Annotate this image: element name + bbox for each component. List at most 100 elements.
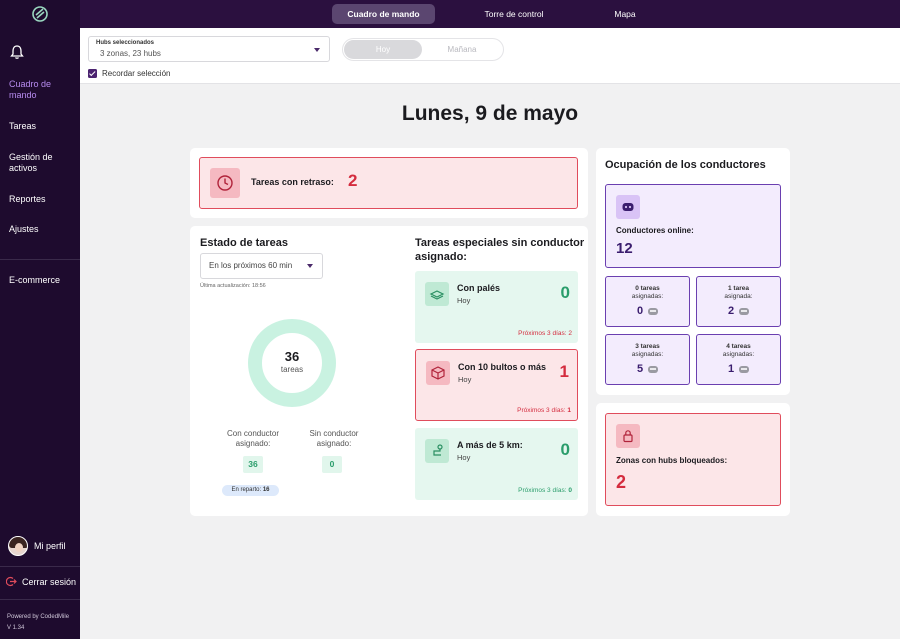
- with-driver-count[interactable]: 36: [243, 456, 263, 473]
- checkbox-checked-icon[interactable]: [88, 69, 97, 78]
- bucket-count-value: 5: [636, 363, 644, 375]
- special-task-footer-label: Próximos 3 días:: [518, 487, 567, 494]
- sidebar-divider: [0, 259, 80, 260]
- bucket-label: 0 tareas asignadas:: [606, 285, 689, 301]
- special-task-footer-label: Próximos 3 días:: [518, 330, 567, 337]
- special-task-sub: Hoy: [457, 296, 471, 305]
- logout-label: Cerrar sesión: [22, 576, 77, 587]
- in-delivery-badge: En reparto: 16: [222, 485, 279, 496]
- avatar: [8, 536, 28, 556]
- page-title: Lunes, 9 de mayo: [401, 102, 579, 125]
- tab-dashboard[interactable]: Cuadro de mando: [332, 4, 435, 24]
- chevron-down-icon: [314, 48, 320, 52]
- special-task-pallets[interactable]: Con palés Hoy 0 Próximos 3 días: 2: [415, 271, 578, 343]
- bucket-count-value: 0: [636, 305, 644, 317]
- special-task-title: A más de 5 km:: [457, 440, 523, 450]
- bucket-label-main: 3 tareas: [635, 343, 660, 350]
- bucket-label-sub: asignadas:: [631, 293, 664, 300]
- bucket-label-sub: asignadas:: [631, 351, 664, 358]
- pallet-icon: [425, 282, 449, 306]
- drivers-online-label: Conductores online:: [616, 226, 694, 235]
- remember-selection-checkbox[interactable]: Recordar selección: [88, 69, 170, 78]
- robot-icon: [648, 365, 659, 373]
- special-task-distance[interactable]: A más de 5 km: Hoy 0 Próximos 3 días: 0: [415, 428, 578, 500]
- special-task-count: 0: [560, 440, 570, 459]
- sidebar: Cuadro de mando Tareas Gestión de activo…: [0, 0, 80, 639]
- overdue-label: Tareas con retraso:: [251, 177, 334, 187]
- tab-control-tower[interactable]: Torre de control: [463, 4, 565, 24]
- blocked-hubs-alert[interactable]: Zonas con hubs bloqueados: 2: [605, 413, 781, 506]
- robot-icon: [739, 365, 750, 373]
- sidebar-item-reports[interactable]: Reportes: [9, 194, 75, 205]
- drivers-bucket-3[interactable]: 3 tareas asignadas: 5: [605, 334, 690, 385]
- bucket-label: 3 tareas asignadas:: [606, 343, 689, 359]
- overdue-tasks-alert[interactable]: Tareas con retraso: 2: [199, 157, 578, 209]
- day-option-tomorrow[interactable]: Mañana: [423, 40, 501, 59]
- sidebar-item-tasks[interactable]: Tareas: [9, 121, 75, 132]
- special-task-sub: Hoy: [458, 375, 472, 384]
- bucket-count: 1: [697, 363, 780, 375]
- bucket-label: 1 tarea asignada:: [697, 285, 780, 301]
- box-icon: [426, 361, 450, 385]
- powered-by: Powered by CodedMile V 1.34: [7, 612, 69, 634]
- special-task-footer: Próximos 3 días: 2: [518, 330, 572, 337]
- special-task-title: Con 10 bultos o más: [458, 362, 547, 372]
- task-status-title: Estado de tareas: [200, 237, 289, 249]
- tasks-total-label: tareas: [280, 365, 304, 374]
- bucket-label: 4 tareas asignadas:: [697, 343, 780, 359]
- day-option-today[interactable]: Hoy: [344, 40, 422, 59]
- lock-icon: [616, 424, 640, 448]
- robot-icon: [616, 195, 640, 219]
- special-task-large-parcels[interactable]: Con 10 bultos o más Hoy 1 Próximos 3 día…: [415, 349, 578, 421]
- drivers-online-card[interactable]: Conductores online: 12: [605, 184, 781, 268]
- sidebar-item-assets[interactable]: Gestión de activos: [9, 152, 75, 174]
- bell-icon[interactable]: [10, 44, 24, 60]
- special-task-footer: Próximos 3 días: 1: [517, 407, 571, 414]
- hubs-select[interactable]: Hubs seleccionados 3 zonas, 23 hubs: [88, 36, 330, 62]
- with-driver-label: Con conductor asignado:: [226, 429, 280, 448]
- special-task-footer-count: 2: [568, 330, 572, 337]
- sidebar-divider: [0, 566, 80, 567]
- bucket-label-main: 0 tareas: [635, 285, 660, 292]
- bucket-label-sub: asignadas:: [722, 351, 755, 358]
- tasks-total: 36: [284, 349, 300, 364]
- sidebar-item-settings[interactable]: Ajustes: [9, 224, 75, 235]
- app-version: V 1.34: [7, 625, 25, 631]
- app-logo[interactable]: [30, 4, 50, 24]
- robot-icon: [739, 307, 750, 315]
- sidebar-item-ecommerce[interactable]: E-commerce: [9, 275, 75, 286]
- drivers-bucket-0[interactable]: 0 tareas asignadas: 0: [605, 276, 690, 327]
- bucket-count: 5: [606, 363, 689, 375]
- special-tasks-title: Tareas especiales sin conductor asignado…: [415, 237, 585, 263]
- in-delivery-label: En reparto:: [231, 487, 262, 493]
- top-navigation: Cuadro de mando Torre de control Mapa: [80, 0, 900, 28]
- special-task-sub: Hoy: [457, 453, 471, 462]
- hubs-select-label: Hubs seleccionados: [96, 40, 155, 46]
- period-select[interactable]: En los próximos 60 min: [200, 253, 323, 279]
- tab-map[interactable]: Mapa: [595, 4, 655, 24]
- logout-icon: [6, 576, 17, 587]
- bucket-count: 2: [697, 305, 780, 317]
- drivers-bucket-1[interactable]: 1 tarea asignada: 2: [696, 276, 781, 327]
- in-delivery-count: 16: [262, 487, 270, 493]
- logout-button[interactable]: Cerrar sesión: [6, 576, 76, 587]
- without-driver-label: Sin conductor asignado:: [309, 429, 359, 448]
- chevron-down-icon: [307, 264, 313, 268]
- profile-link[interactable]: Mi perfil: [8, 536, 66, 556]
- filter-bar: Hubs seleccionados 3 zonas, 23 hubs Reco…: [80, 28, 900, 84]
- day-toggle: Hoy Mañana: [342, 38, 504, 61]
- drivers-bucket-4[interactable]: 4 tareas asignadas: 1: [696, 334, 781, 385]
- without-driver-count[interactable]: 0: [322, 456, 342, 473]
- last-update-text: Última actualización: 18:56: [200, 283, 266, 289]
- blocked-hubs-count: 2: [616, 472, 627, 492]
- special-task-footer-count: 1: [567, 407, 571, 414]
- route-icon: [425, 439, 449, 463]
- bucket-count-value: 2: [727, 305, 735, 317]
- overdue-count: 2: [348, 171, 358, 190]
- bucket-label-main: 1 tarea: [728, 285, 749, 292]
- sidebar-item-dashboard[interactable]: Cuadro de mando: [9, 79, 75, 101]
- drivers-online-count: 12: [616, 240, 633, 257]
- period-select-value: En los próximos 60 min: [209, 261, 293, 270]
- blocked-hubs-label: Zonas con hubs bloqueados:: [616, 456, 728, 465]
- bucket-label-main: 4 tareas: [726, 343, 751, 350]
